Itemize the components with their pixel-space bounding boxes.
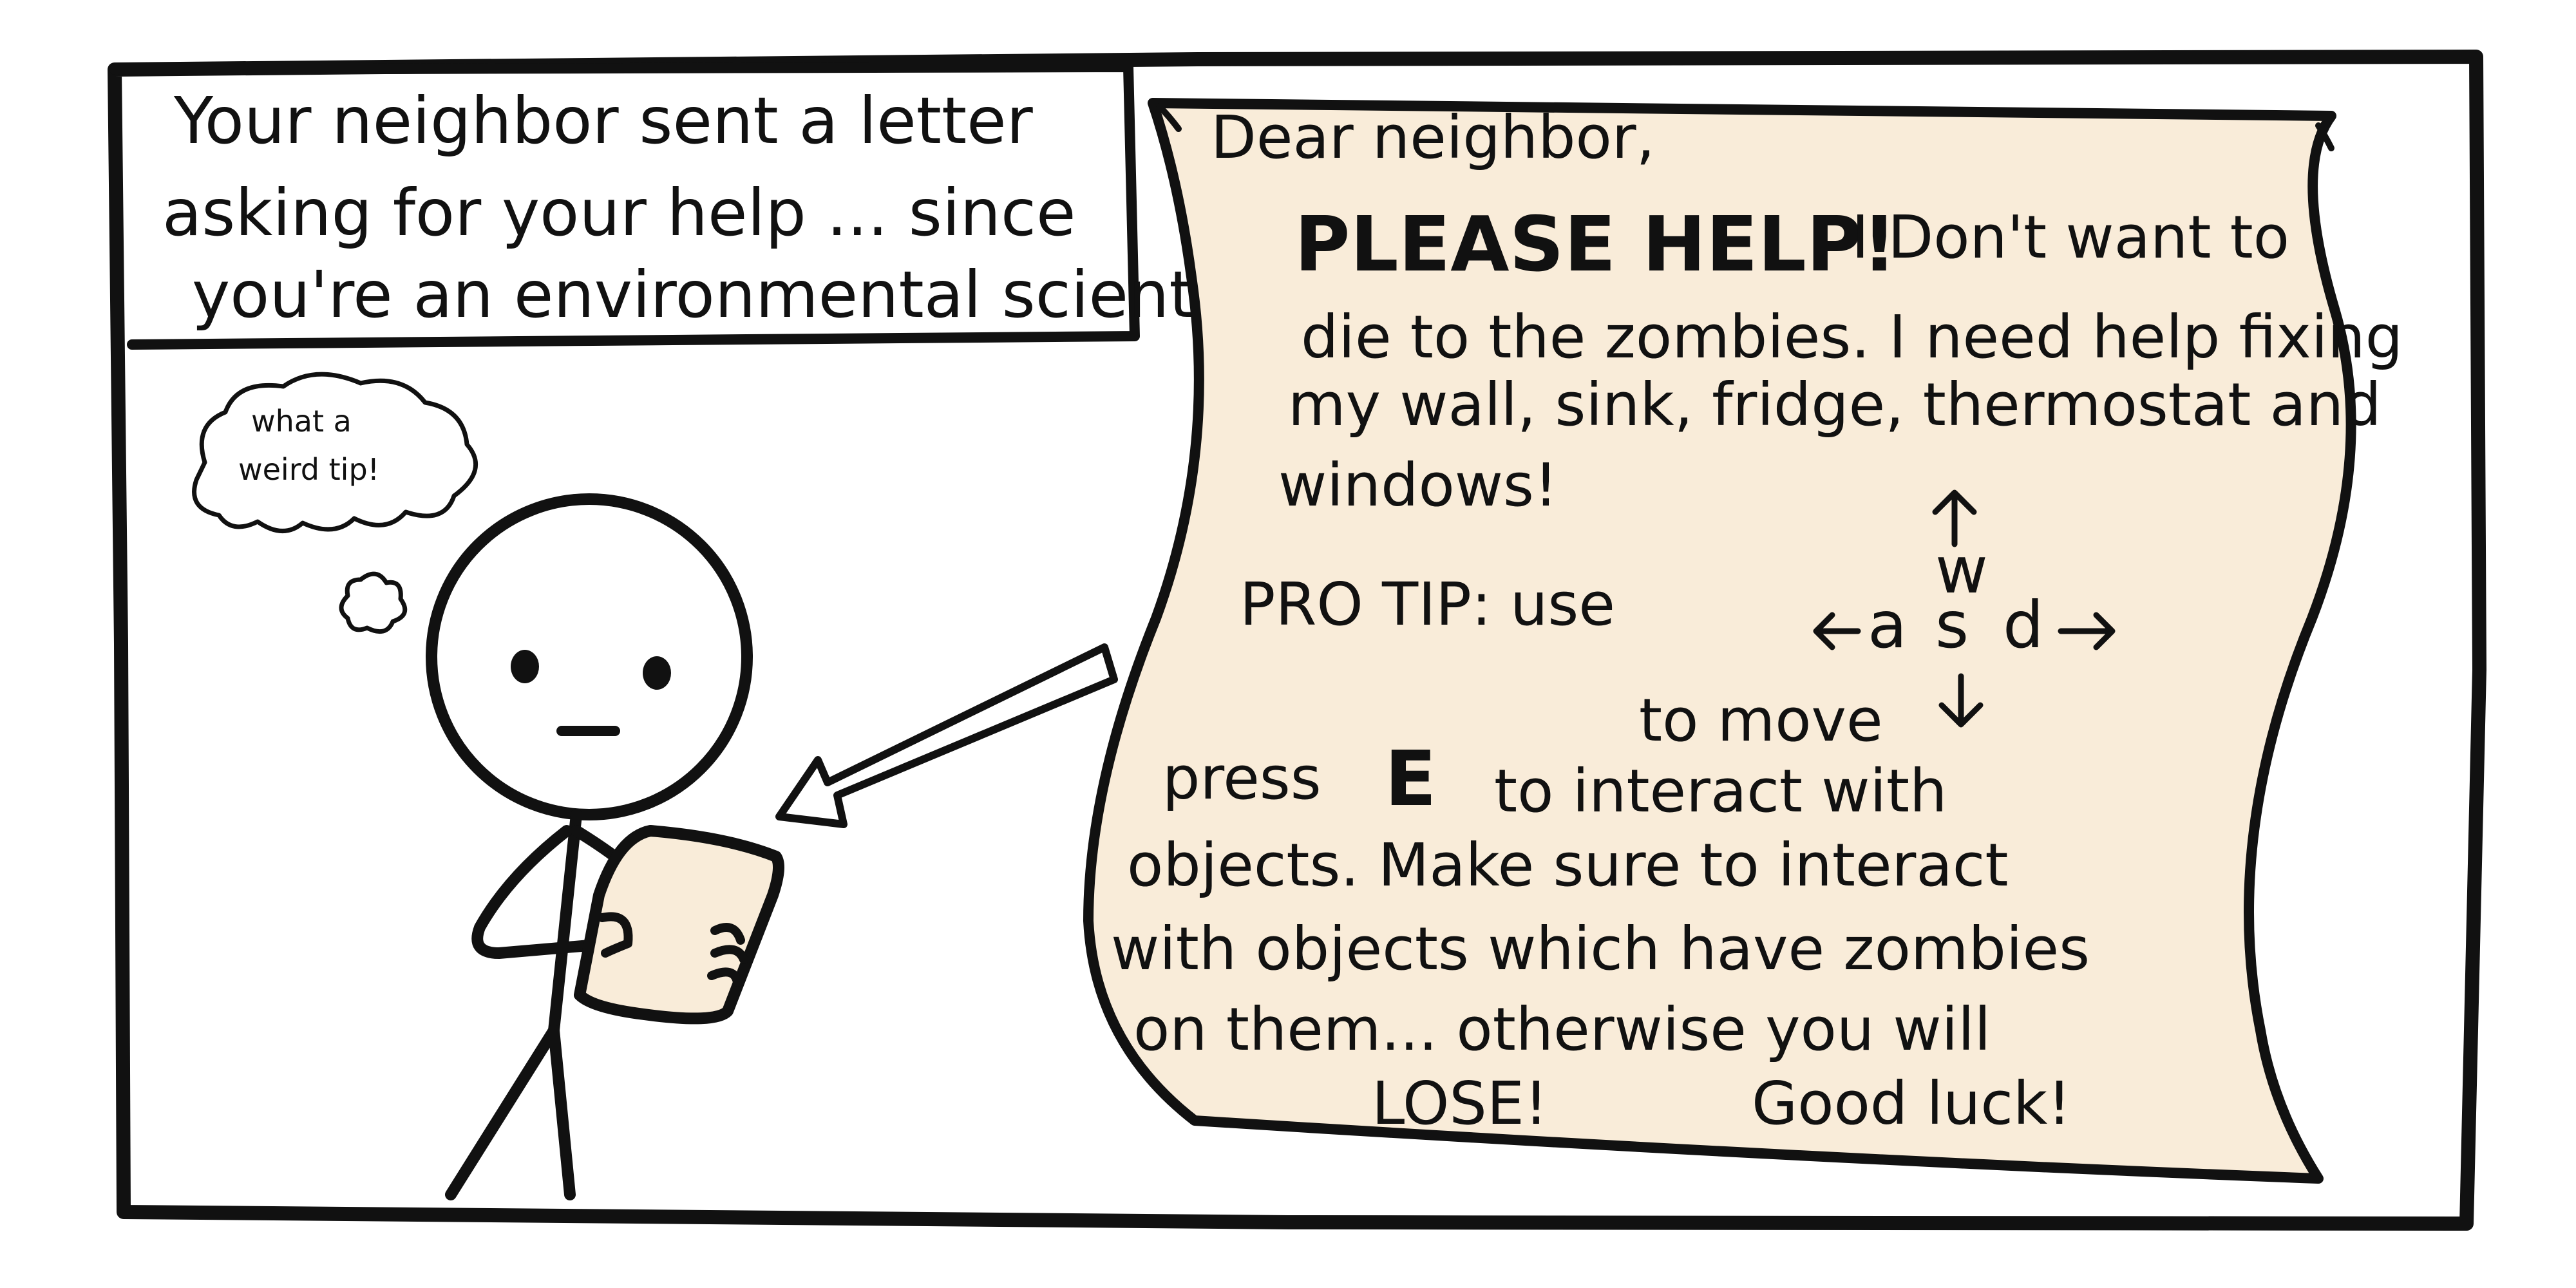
thought-line-1: what a (251, 404, 352, 439)
letter-objects: objects. Make sure to interact (1127, 831, 2008, 900)
key-d: d (2003, 587, 2043, 663)
comic-panel: Your neighbor sent a letter asking for y… (108, 50, 2486, 1231)
left-eye (511, 650, 539, 683)
key-s: s (1935, 587, 1969, 663)
letter-line-3: my wall, sink, fridge, thermostat and (1288, 370, 2382, 439)
letter-with: with objects which have zombies (1111, 914, 2090, 983)
thought-line-2: weird tip! (238, 452, 379, 487)
held-letter-icon (574, 825, 784, 1025)
scroll-letter: Dear neighbor, PLEASE HELP! I Don't want… (1083, 98, 2403, 1184)
letter-press: press (1162, 744, 1321, 813)
letter-plea-rest: I Don't want to (1852, 203, 2289, 272)
letter-to-move: to move (1639, 686, 1883, 755)
letter-press-key: E (1385, 734, 1437, 823)
right-leg (548, 1025, 576, 1200)
thought-bubble: what a weird tip! (192, 372, 478, 634)
head (426, 493, 753, 820)
letter-greeting: Dear neighbor, (1211, 103, 1655, 172)
key-a: a (1868, 587, 1907, 663)
pointing-arrow (775, 643, 1118, 828)
letter-on: on them... otherwise you will (1133, 995, 1991, 1064)
left-leg (445, 1025, 560, 1200)
letter-lose: LOSE! (1372, 1069, 1548, 1138)
letter-line-4: windows! (1278, 451, 1558, 520)
caption-line-1: Your neighbor sent a letter (173, 83, 1034, 158)
caption-line-3: you're an environmental scientist! (192, 257, 1297, 332)
letter-good-luck: Good luck! (1752, 1069, 2071, 1138)
letter-press-rest: to interact with (1494, 757, 1947, 826)
letter-plea-bold: PLEASE HELP! (1294, 200, 1897, 289)
right-eye (643, 656, 671, 690)
caption-line-2: asking for your help ... since (162, 175, 1076, 251)
body (548, 809, 582, 1036)
letter-protip: PRO TIP: use (1240, 570, 1615, 639)
letter-line-2: die to the zombies. I need help fixing (1301, 303, 2403, 372)
